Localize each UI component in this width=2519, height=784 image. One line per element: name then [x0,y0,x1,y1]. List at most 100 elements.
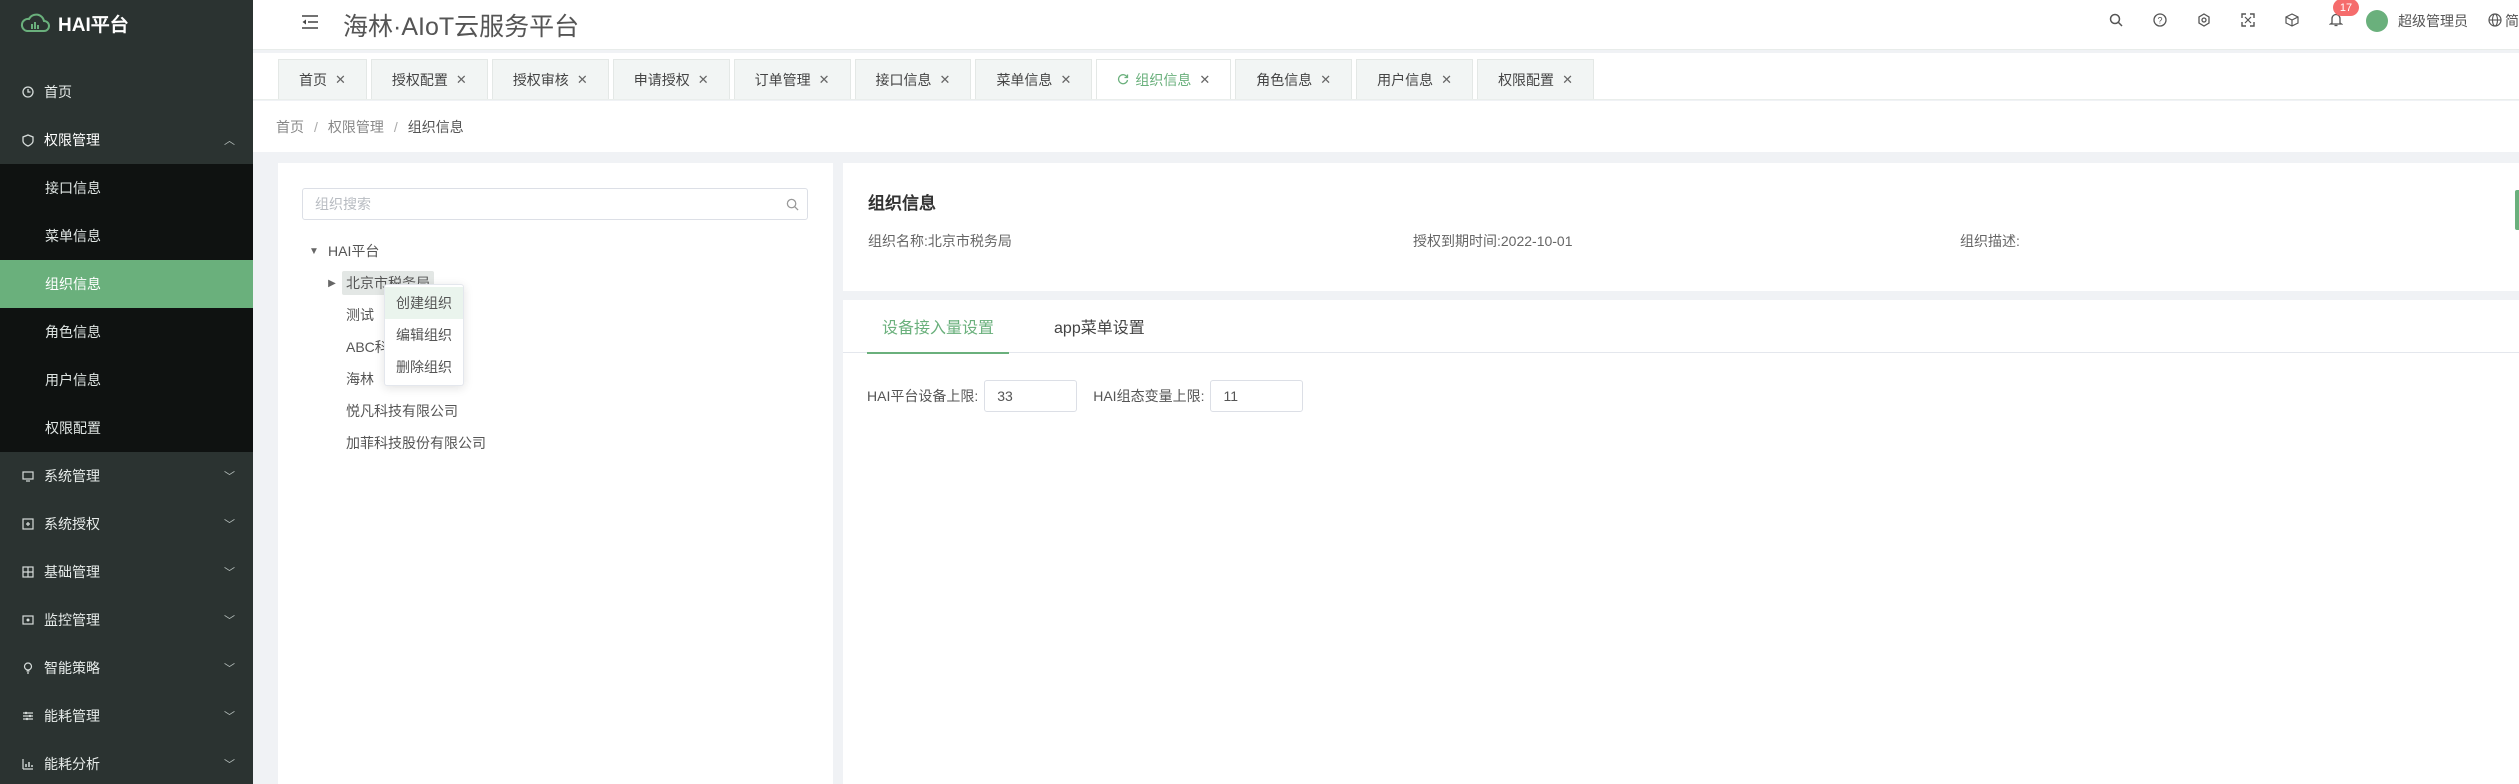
close-icon[interactable]: ✕ [1441,72,1452,88]
sidebar-item-basic-management[interactable]: 基础管理 ﹀ [0,548,253,596]
org-info-title: 组织信息 [868,194,936,213]
tab-permission-config[interactable]: 权限配置 ✕ [1477,59,1594,99]
tab-menu-info[interactable]: 菜单信息 ✕ [975,59,1093,99]
close-icon[interactable]: ✕ [456,72,467,88]
breadcrumb-item-permission[interactable]: 权限管理 [328,117,384,137]
tree-node-label: 海林 [346,371,374,387]
tree-node-root[interactable]: ▼ HAI平台 [304,235,490,267]
tree-node-jiafei[interactable]: 加菲科技股份有限公司 [304,427,490,459]
sidebar-item-energy-analysis[interactable]: 能耗分析 ﹀ [0,740,253,784]
breadcrumb-item-home[interactable]: 首页 [276,117,304,137]
bulb-icon [20,662,36,674]
close-icon[interactable]: ✕ [698,72,709,88]
sidebar-item-permission[interactable]: 权限管理 ︿ [0,116,253,164]
fullscreen-button[interactable] [2238,11,2258,31]
caret-right-icon[interactable]: ▶ [322,278,342,289]
device-limit-input[interactable] [984,380,1078,412]
notification-badge: 17 [2333,0,2359,16]
sidebar-subitem-role-info[interactable]: 角色信息 [0,308,253,356]
side-drawer-handle[interactable] [2515,190,2519,230]
user-name: 超级管理员 [2398,13,2468,29]
close-icon[interactable]: ✕ [577,72,588,88]
tab-app-menu-settings[interactable]: app菜单设置 [1054,300,1145,353]
caret-down-icon[interactable]: ▼ [304,246,324,257]
tab-role-info[interactable]: 角色信息 ✕ [1235,59,1353,99]
org-info-card: 组织信息 组织名称:北京市税务局 授权到期时间:2022-10-01 组织描述: [843,163,2519,291]
chevron-down-icon: ﹀ [224,663,235,675]
tab-auth-config[interactable]: 授权配置 ✕ [370,59,488,99]
expire-value: 2022-10-01 [1500,233,1573,249]
sidebar-item-label: 能耗分析 [44,756,100,772]
theme-button[interactable] [2282,11,2302,31]
delete-org-menu-item[interactable]: 删除组织 [385,351,463,383]
edit-org-menu-item[interactable]: 编辑组织 [385,319,463,351]
chevron-down-icon: ﹀ [224,615,235,627]
tags-view: 首页 ✕ 授权配置 ✕ 授权审核 ✕ 申请授权 ✕ 订单管理 ✕ 接口信息 ✕ 菜单信息 ✕ … [253,53,2519,100]
tab-home[interactable]: 首页 ✕ [278,59,367,99]
tab-user-info[interactable]: 用户信息 ✕ [1356,59,1474,99]
sidebar-item-label: 监控管理 [44,612,100,628]
search-button[interactable] [2106,11,2126,31]
tab-label: 申请授权 [633,71,690,88]
sidebar-item-label: 能耗管理 [44,708,100,724]
sidebar-item-home[interactable]: 首页 [0,68,253,116]
sidebar-item-energy-management[interactable]: 能耗管理 ﹀ [0,692,253,740]
grid-icon [20,566,36,578]
globe-icon [2488,12,2502,30]
breadcrumb-separator: / [393,118,398,135]
org-search-input[interactable] [303,189,777,219]
menu-fold-button[interactable] [299,15,321,35]
close-icon[interactable]: ✕ [1562,72,1573,88]
variable-limit-label: HAI组态变量上限: [1093,388,1205,404]
tab-org-info[interactable]: 组织信息 ✕ [1096,59,1232,99]
sidebar-subitem-permission-config[interactable]: 权限配置 [0,404,253,452]
org-name-label: 组织名称: [868,233,928,249]
close-icon[interactable]: ✕ [1060,72,1071,88]
sidebar-item-label: 首页 [44,84,72,100]
close-icon[interactable]: ✕ [819,72,830,88]
close-icon[interactable]: ✕ [1199,72,1210,88]
create-org-menu-item[interactable]: 创建组织 [385,287,463,319]
close-icon[interactable]: ✕ [335,72,346,88]
sidebar-item-smart-strategy[interactable]: 智能策略 ﹀ [0,644,253,692]
cube-icon [2285,12,2299,30]
sidebar-item-monitoring-management[interactable]: 监控管理 ﹀ [0,596,253,644]
breadcrumb-item-current: 组织信息 [407,118,464,135]
sidebar-item-system-authorization[interactable]: 系统授权 ﹀ [0,500,253,548]
sidebar-subitem-org-info[interactable]: 组织信息 [0,260,253,308]
tab-label: 用户信息 [1377,71,1434,88]
close-icon[interactable]: ✕ [940,72,951,88]
language-switch[interactable]: 简 [2488,11,2519,31]
app-logo[interactable]: HAI平台 [0,0,253,46]
tab-auth-review[interactable]: 授权审核 ✕ [491,59,609,99]
notification-button[interactable]: 17 [2326,0,2359,31]
app-title: HAI平台 [58,14,129,36]
sidebar-item-system-management[interactable]: 系统管理 ﹀ [0,452,253,500]
close-icon[interactable]: ✕ [1320,72,1331,88]
cloud-logo-icon [20,12,50,34]
user-menu[interactable]: 超级管理员 [2366,10,2468,32]
sidebar-subitem-api-info[interactable]: 接口信息 [0,164,253,212]
search-icon[interactable] [777,198,807,211]
sidebar-subitem-menu-info[interactable]: 菜单信息 [0,212,253,260]
tab-apply-auth[interactable]: 申请授权 ✕ [612,59,730,99]
chart-icon [20,758,36,770]
sidebar-menu: 首页 权限管理 ︿ 接口信息 菜单信息 组织信息 角色信息 用户信息 权限配置 … [0,68,253,784]
variable-limit-input[interactable] [1210,380,1304,412]
shield-icon [20,133,36,147]
chevron-down-icon: ﹀ [224,711,235,723]
device-limit-label: HAI平台设备上限: [867,388,979,404]
tab-device-access-settings[interactable]: 设备接入量设置 [866,300,1010,354]
tree-node-label: 悦凡科技有限公司 [346,403,458,419]
tab-label: 授权配置 [391,71,448,88]
settings-button[interactable] [2194,11,2214,31]
tab-order-management[interactable]: 订单管理 ✕ [733,59,851,99]
help-button[interactable]: ? [2150,11,2170,31]
org-context-menu: 创建组织 编辑组织 删除组织 [384,284,464,386]
refresh-icon[interactable] [1117,72,1129,88]
avatar [2366,10,2388,32]
sidebar-subitem-user-info[interactable]: 用户信息 [0,356,253,404]
tab-api-info[interactable]: 接口信息 ✕ [854,59,972,99]
tree-node-yuefan[interactable]: 悦凡科技有限公司 [304,395,490,427]
key-icon [20,518,36,530]
